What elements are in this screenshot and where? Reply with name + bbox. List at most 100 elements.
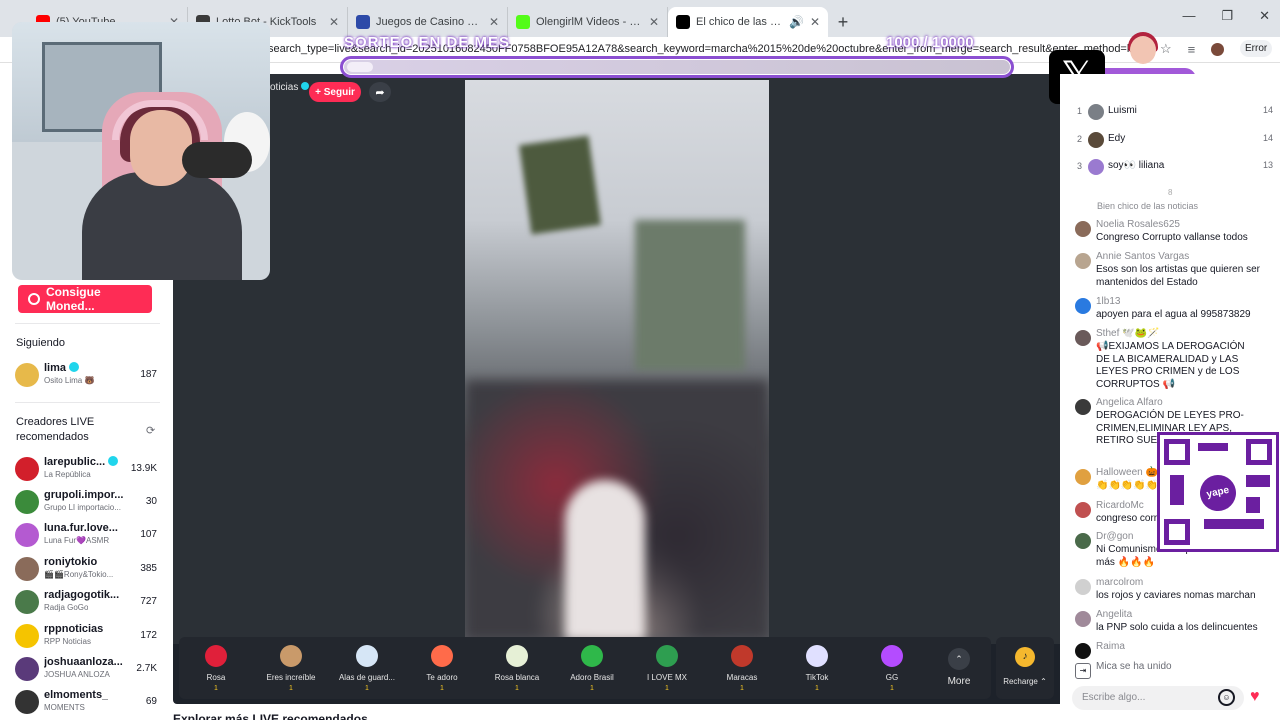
audio-icon[interactable]: 🔊: [789, 15, 804, 29]
media-queue-icon[interactable]: ≡: [1188, 42, 1196, 57]
avatar: [15, 557, 39, 581]
tab-label: El chico de las noticias (@el: [696, 16, 783, 28]
star-icon[interactable]: ☆: [1160, 41, 1172, 57]
chat-text: los rojos y caviares nomas marchan: [1096, 590, 1256, 601]
gift-name: Rosa: [206, 673, 226, 682]
browser-tab[interactable]: OlengirlM Videos - Watch On-D ✕: [508, 7, 668, 37]
rose-icon: [205, 645, 227, 667]
recommended-item[interactable]: radjagogotik... Radja GoGo 727: [15, 588, 157, 618]
close-tab-icon[interactable]: ✕: [489, 15, 499, 29]
creator-name: roniytokio: [44, 556, 98, 568]
gift-name: Te adoro: [426, 673, 458, 682]
creator-name: radjagogotik...: [44, 589, 120, 601]
gift-bar: Rosa 1 Eres increíble 1 Alas de guard...…: [179, 637, 991, 699]
browser-tab[interactable]: Juegos de Casino Online | Apue ✕: [348, 7, 508, 37]
coin-icon: [28, 293, 40, 305]
gg-icon: [881, 645, 903, 667]
creator-name: lima: [44, 362, 80, 374]
ranking-row[interactable]: 2 Edy 14: [1077, 130, 1273, 152]
viewer-count: 13.9K: [130, 463, 157, 474]
gift-item[interactable]: Adoro Brasil 1: [555, 637, 629, 699]
gift-item[interactable]: I LOVE MX 1: [630, 637, 704, 699]
rank-value: 13: [1262, 160, 1273, 170]
creator-name: grupoli.impor...: [44, 489, 124, 501]
chat-username: 1lb13: [1096, 296, 1121, 307]
close-tab-icon[interactable]: ✕: [810, 15, 820, 29]
gift-item[interactable]: Rosa 1: [179, 637, 253, 699]
restore-icon[interactable]: ❐: [1221, 8, 1233, 24]
gift-item[interactable]: TikTok 1: [780, 637, 854, 699]
emoji-icon[interactable]: ☺: [1218, 689, 1235, 706]
recommended-item[interactable]: larepublic... La República 13.9K: [15, 455, 157, 485]
creator-subtitle: RPP Noticias: [44, 637, 91, 646]
get-coins-button[interactable]: Consigue Moned...: [18, 285, 152, 313]
avatar: [1088, 159, 1104, 175]
close-tab-icon[interactable]: ✕: [329, 15, 339, 29]
gift-item[interactable]: GG 1: [855, 637, 929, 699]
avatar: [15, 523, 39, 547]
ranking-row[interactable]: 3 soy👀 liliana 13: [1077, 157, 1273, 179]
chat-text: Congreso Corrupto vallanse todos: [1096, 232, 1248, 243]
recommended-item[interactable]: elmoments_ MOMENTS 69: [15, 688, 157, 718]
host-name[interactable]: oticias: [270, 82, 310, 93]
live-video[interactable]: [465, 80, 769, 640]
recommended-item[interactable]: joshuaanloza... JOSHUA ANLOZA 2.7K: [15, 655, 157, 685]
recharge-button[interactable]: ♪ Recharge ⌃: [996, 637, 1054, 699]
qr-finder: [1164, 519, 1190, 545]
qr-module: [1246, 475, 1270, 487]
yape-qr-code: yape: [1157, 432, 1279, 552]
white-rose-icon: [506, 645, 528, 667]
creator-name: larepublic...: [44, 456, 119, 468]
minimize-icon[interactable]: —: [1182, 8, 1195, 24]
more-label: More: [947, 676, 971, 687]
gift-name: I LOVE MX: [646, 673, 687, 682]
recommended-item[interactable]: rppnoticias RPP Noticias 172: [15, 622, 157, 652]
gift-item[interactable]: Alas de guard... 1: [330, 637, 404, 699]
follow-button[interactable]: + Seguir: [309, 82, 361, 102]
avatar: [1088, 132, 1104, 148]
heart-icon[interactable]: ♥: [1250, 688, 1260, 706]
close-window-icon[interactable]: ✕: [1259, 8, 1270, 24]
ranking-row[interactable]: 1 Luismi 14: [1077, 102, 1273, 124]
tiktok-gift-icon: [806, 645, 828, 667]
mexico-heart-icon: [656, 645, 678, 667]
section-title: Explorar más LIVE recomendados: [173, 712, 368, 720]
window-controls: — ❐ ✕: [1182, 8, 1270, 24]
chat-text: la PNP solo cuida a los delincuentes: [1096, 622, 1258, 633]
wings-icon: [356, 645, 378, 667]
profile-avatar[interactable]: [1211, 42, 1225, 56]
avatar: [1075, 221, 1091, 237]
goal-progress-bar: [340, 56, 1014, 78]
avatar: [1075, 579, 1091, 595]
toolbar-icons: ☆ ≡: [1160, 41, 1225, 57]
chat-username: Annie Santos Vargas: [1096, 251, 1190, 262]
gift-item[interactable]: Rosa blanca 1: [480, 637, 554, 699]
gift-item[interactable]: Maracas 1: [705, 637, 779, 699]
recharge-label: Recharge ⌃: [1003, 677, 1047, 686]
new-tab-button[interactable]: +: [828, 7, 858, 37]
share-icon[interactable]: ➦: [369, 82, 391, 102]
gift-item[interactable]: Te adoro 1: [405, 637, 479, 699]
creator-subtitle: La República: [44, 470, 91, 479]
tab-label: Juegos de Casino Online | Apue: [376, 16, 483, 28]
more-gifts-button[interactable]: ⌃ More: [942, 642, 976, 692]
recommended-item[interactable]: luna.fur.love... Luna Fur💜ASMR 107: [15, 521, 157, 551]
screen: (5) YouTube ✕ Lotto Bot - KickTools ✕ Ju…: [0, 0, 1280, 720]
viewer-count: 107: [140, 529, 157, 540]
chat-username: marcolrom: [1096, 577, 1144, 588]
gift-item[interactable]: Eres increíble 1: [254, 637, 328, 699]
recommended-item[interactable]: roniytokio 🎬🎬Rony&Tokio... 385: [15, 555, 157, 585]
gift-name: TikTok: [805, 673, 829, 682]
chat-username: Raima: [1096, 641, 1125, 652]
browser-tab-active[interactable]: El chico de las noticias (@el 🔊 ✕: [668, 7, 828, 37]
avatar: [1075, 533, 1091, 549]
close-tab-icon[interactable]: ✕: [649, 15, 659, 29]
refresh-icon[interactable]: ⟳: [146, 424, 155, 437]
join-text: Mica se ha unido: [1096, 661, 1172, 672]
gift-name: Maracas: [726, 673, 758, 682]
following-item[interactable]: lima Osito Lima 🐻 187: [15, 361, 157, 391]
creator-name: joshuaanloza...: [44, 656, 123, 668]
recommended-item[interactable]: grupoli.impor... Grupo LI importacio... …: [15, 488, 157, 518]
error-button[interactable]: Error: [1240, 40, 1273, 57]
yape-logo-icon: yape: [1196, 471, 1240, 515]
